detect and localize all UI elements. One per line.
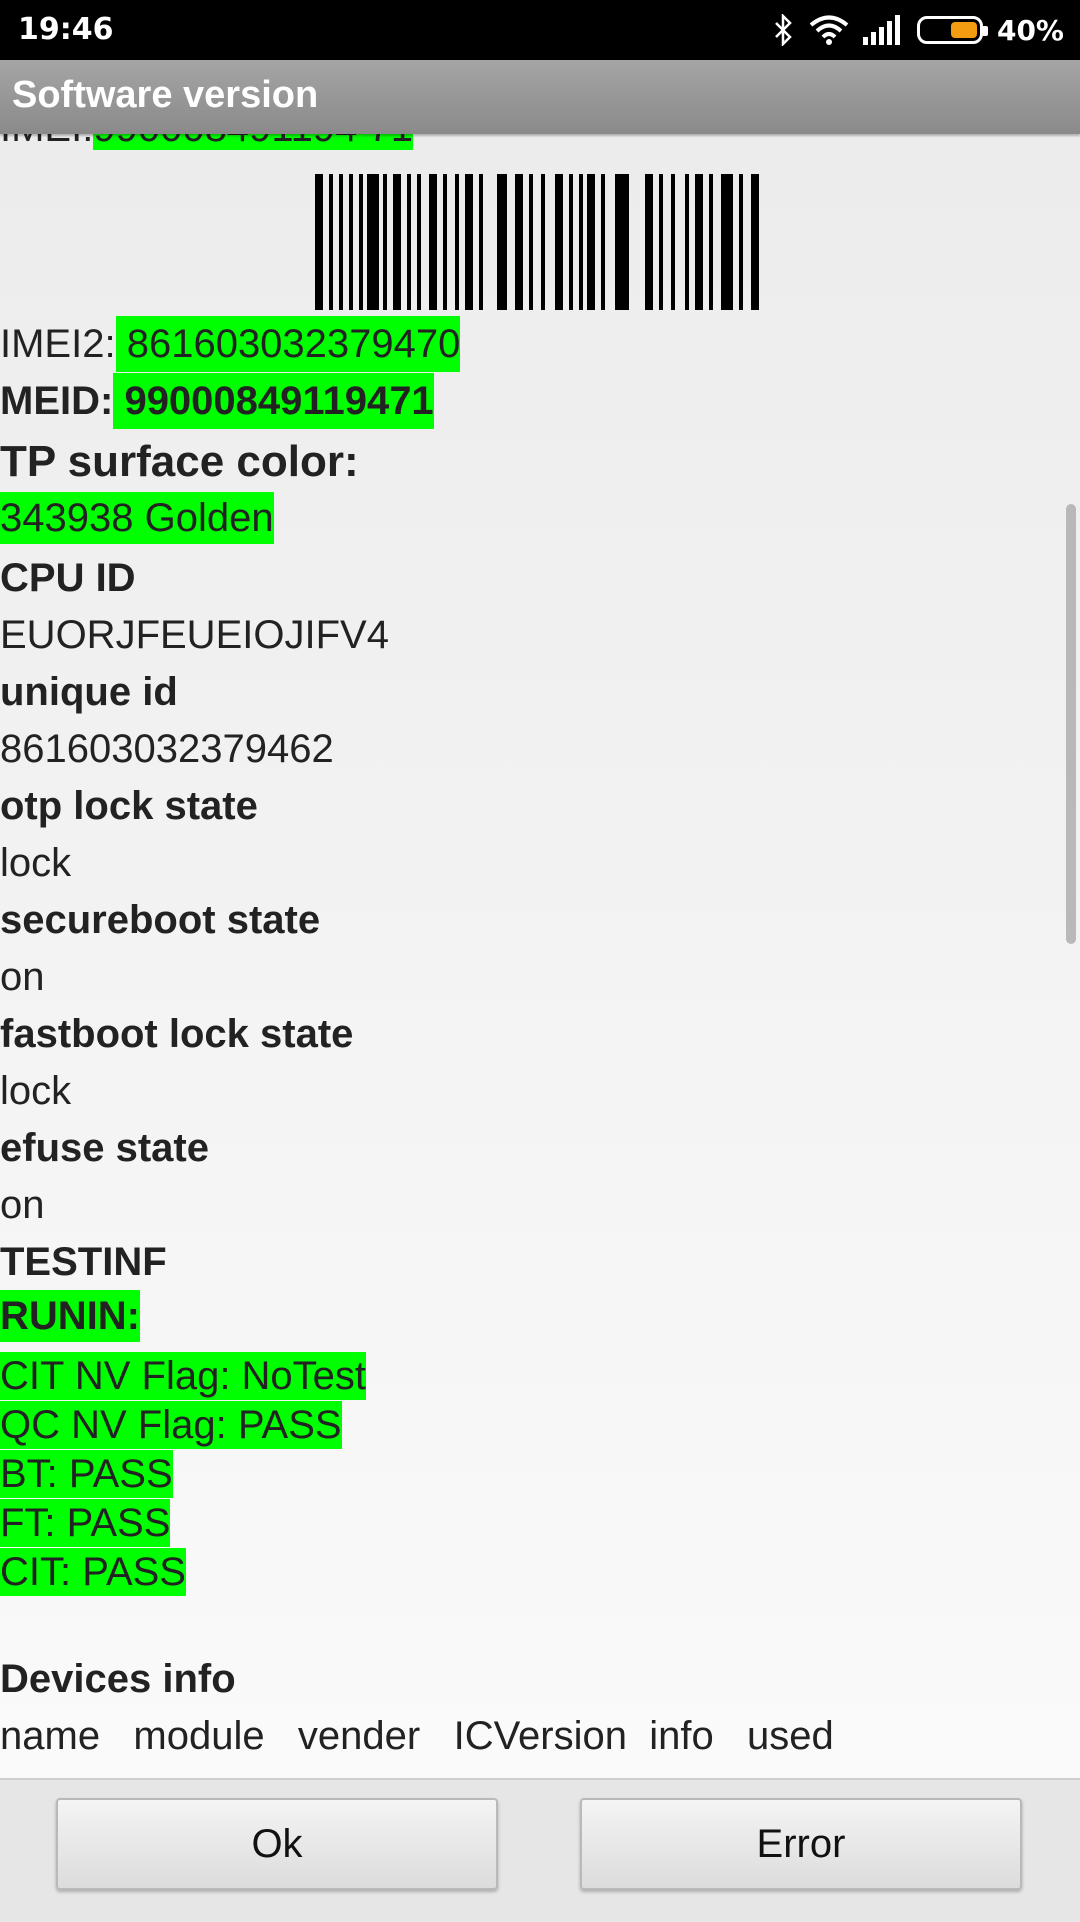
button-bar: Ok Error — [0, 1778, 1080, 1922]
tp-surface-color-label: TP surface color: — [0, 437, 359, 486]
status-icons: 40% — [773, 10, 1064, 50]
imei2-value: 861603032379470 — [115, 316, 461, 372]
meid-value: 99000849119471 — [113, 373, 434, 429]
page-title: Software version — [12, 74, 319, 116]
otp-lock-state-label: otp lock state — [0, 784, 258, 828]
action-bar: Software version — [0, 60, 1080, 134]
info-scroll-view[interactable]: IMEI:990008491194 71 — [0, 134, 1080, 1778]
cit-result: CIT: PASS — [0, 1548, 186, 1596]
scrollbar[interactable] — [1066, 504, 1076, 944]
ok-button[interactable]: Ok — [56, 1798, 498, 1890]
ft-result: FT: PASS — [0, 1499, 171, 1547]
imei1-label: IMEI: — [0, 134, 93, 150]
otp-lock-state-value: lock — [0, 841, 72, 885]
status-bar: 19:46 40% — [0, 0, 1080, 60]
devices-table-header: name module vender ICVersion info used — [0, 1714, 834, 1758]
secureboot-state-value: on — [0, 955, 45, 999]
clock: 19:46 — [18, 12, 114, 47]
signal-icon — [862, 15, 900, 45]
meid-label: MEID: — [0, 379, 114, 423]
bluetooth-icon — [775, 14, 792, 46]
wifi-icon — [809, 15, 849, 45]
unique-id-label: unique id — [0, 670, 178, 714]
unique-id-value: 861603032379462 — [0, 727, 334, 771]
qc-nv-flag: QC NV Flag: PASS — [0, 1401, 342, 1449]
imei-barcode — [315, 174, 759, 310]
cpu-id-value: EUORJFEUEIOJIFV4 — [0, 613, 389, 657]
devices-info-label: Devices info — [0, 1657, 236, 1701]
imei2-row: IMEI2: 861603032379470 — [0, 316, 461, 372]
fastboot-lock-state-label: fastboot lock state — [0, 1012, 354, 1056]
efuse-state-label: efuse state — [0, 1126, 209, 1170]
cpu-id-label: CPU ID — [0, 556, 136, 600]
fastboot-lock-state-value: lock — [0, 1069, 72, 1113]
secureboot-state-label: secureboot state — [0, 898, 321, 942]
imei1-row: IMEI:990008491194 71 — [0, 134, 413, 150]
battery-percent: 40% — [996, 13, 1064, 47]
battery-icon — [916, 16, 988, 44]
meid-row: MEID: 99000849119471 — [0, 373, 434, 429]
imei1-value: 990008491194 71 — [93, 134, 413, 150]
bt-result: BT: PASS — [0, 1450, 173, 1498]
imei2-label: IMEI2: — [0, 322, 116, 366]
cit-nv-flag: CIT NV Flag: NoTest — [0, 1352, 367, 1400]
efuse-state-value: on — [0, 1183, 45, 1227]
runin-label: RUNIN: — [0, 1290, 140, 1342]
testinf-label: TESTINF — [0, 1240, 167, 1284]
tp-surface-color-value: 343938 Golden — [0, 492, 274, 544]
error-button[interactable]: Error — [580, 1798, 1022, 1890]
